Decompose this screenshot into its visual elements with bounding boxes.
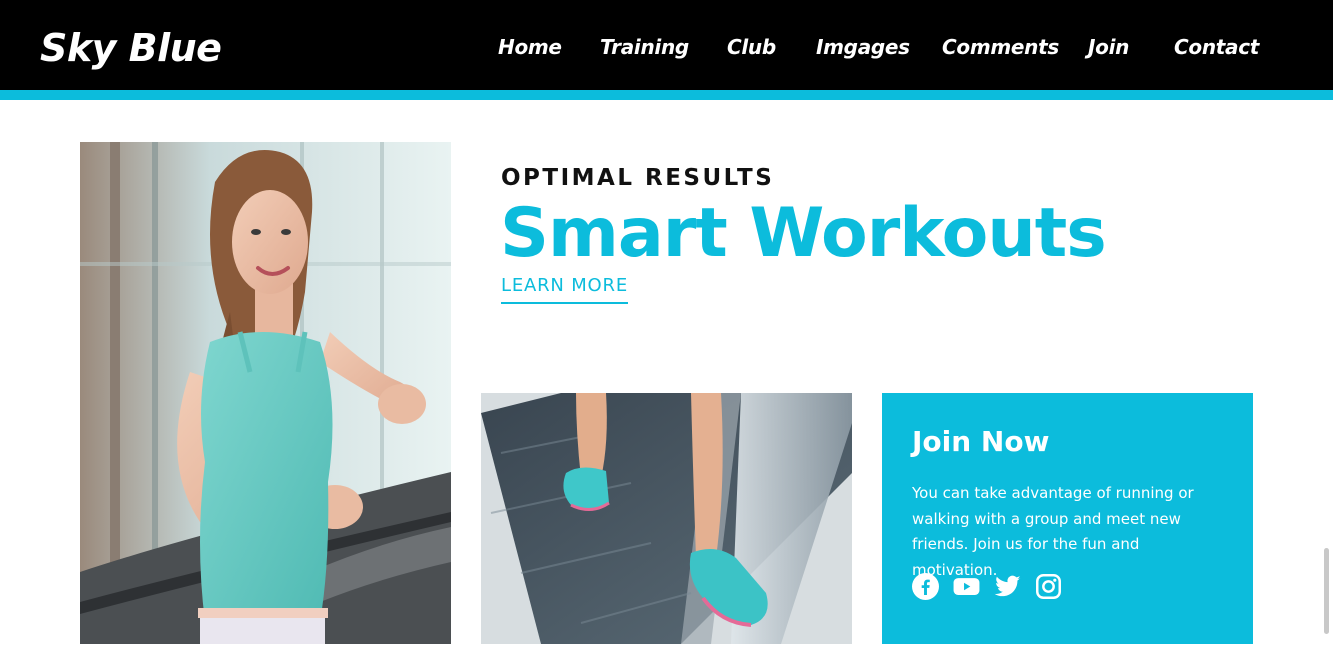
join-title: Join Now	[912, 425, 1050, 458]
nav-club[interactable]: Club	[727, 35, 776, 59]
nav-contact[interactable]: Contact	[1174, 35, 1259, 59]
nav-accent-bar	[0, 90, 1333, 100]
twitter-icon[interactable]	[994, 573, 1021, 600]
hero-photo-woman-treadmill	[80, 142, 451, 644]
learn-more-link[interactable]: LEARN MORE	[501, 275, 628, 304]
social-links	[912, 573, 1062, 600]
hero-headline: Smart Workouts	[500, 194, 1107, 273]
treadmill-feet-photo	[481, 393, 852, 644]
nav-join[interactable]: Join	[1088, 35, 1129, 59]
nav-comments[interactable]: Comments	[942, 35, 1059, 59]
top-navbar: Sky Blue Home Training Club Imgages Comm…	[0, 0, 1333, 90]
facebook-icon[interactable]	[912, 573, 939, 600]
join-description: You can take advantage of running or wal…	[912, 484, 1194, 579]
nav-training[interactable]: Training	[600, 35, 689, 59]
instagram-icon[interactable]	[1035, 573, 1062, 600]
page-scrollbar[interactable]	[1324, 548, 1329, 634]
join-now-card: Join Now You can take advantage of runni…	[882, 393, 1253, 644]
site-logo[interactable]: Sky Blue	[40, 26, 222, 70]
nav-home[interactable]: Home	[498, 35, 562, 59]
nav-images[interactable]: Imgages	[816, 35, 910, 59]
hero-kicker: OPTIMAL RESULTS	[501, 165, 775, 191]
youtube-icon[interactable]	[953, 573, 980, 600]
